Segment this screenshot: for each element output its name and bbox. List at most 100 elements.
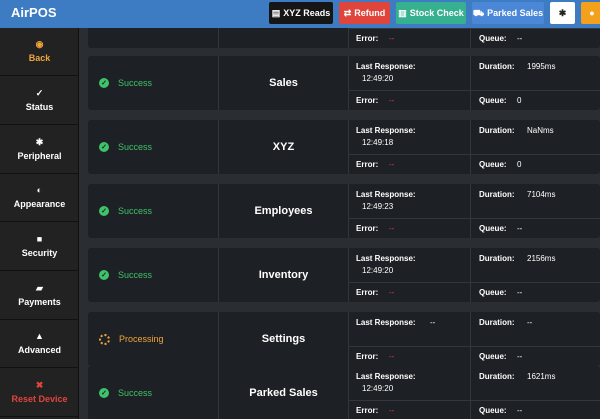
error-label: Error: [356, 34, 379, 43]
queue-label: Queue: [479, 352, 507, 361]
sidebar-item-reset-device[interactable]: ✖ Reset Device [0, 369, 79, 417]
sidebar-item-peripheral[interactable]: ✱ Peripheral [0, 126, 79, 174]
sidebar-item-advanced[interactable]: ▲ Advanced [0, 320, 79, 368]
last-response-label: Last Response: [356, 318, 416, 327]
duration-label: Duration: [479, 62, 515, 71]
back-icon: ◉ [35, 39, 44, 49]
duration-value: 1621ms [527, 372, 556, 381]
barcode-icon: ▥ [398, 7, 407, 18]
duration-label: Duration: [479, 190, 515, 199]
status-card-inventory: ✓ Success Inventory Last Response: 12:49… [88, 248, 600, 302]
error-label: Error: [356, 160, 379, 169]
stock-check-button[interactable]: ▥ Stock Check [396, 2, 466, 24]
error-value: -- [389, 34, 395, 43]
status-text: Success [118, 206, 153, 216]
status-text: Processing [119, 334, 164, 344]
top-bar: AirPOS ▤ XYZ Reads ⇄ Refund ▥ Stock Chec… [0, 0, 600, 28]
app-title: AirPOS [11, 5, 57, 20]
check-circle-icon: ✓ [99, 388, 109, 398]
queue-value: 0 [517, 160, 522, 169]
service-name: XYZ [219, 120, 349, 174]
service-name: Inventory [219, 248, 349, 302]
error-value: -- [389, 160, 395, 169]
queue-value: -- [517, 406, 523, 415]
duration-value: 7104ms [527, 190, 556, 199]
sidebar-item-label: Advanced [17, 345, 61, 355]
spinner-icon [99, 333, 110, 345]
last-response-value: 12:49:20 [362, 384, 394, 393]
duration-value: 2156ms [527, 254, 556, 263]
receipt-icon: ▤ [271, 7, 281, 18]
sidebar-item-status[interactable]: ✓ Status [0, 77, 79, 125]
status-card-sales: ✓ Success Sales Last Response: 12:49:20 … [88, 56, 600, 110]
contrast-icon: ◐ [36, 185, 43, 195]
error-value: -- [389, 406, 395, 415]
sidebar: ◉ Back ✓ Status ✱ Peripheral ◐ Appearanc… [0, 28, 79, 419]
queue-label: Queue: [479, 288, 507, 297]
error-value: -- [389, 288, 395, 297]
status-card-xyz: ✓ Success XYZ Last Response: 12:49:18 Er… [88, 120, 600, 174]
queue-value: -- [517, 288, 523, 297]
sidebar-item-payments[interactable]: ▰ Payments [0, 272, 79, 320]
status-icon: ✓ [35, 88, 44, 98]
last-response-value: 12:49:18 [362, 138, 394, 147]
close-icon: ✖ [35, 380, 44, 390]
status-indicator: ✓ Success [88, 120, 219, 174]
gear-icon: ✱ [35, 137, 44, 147]
sidebar-item-label: Payments [18, 297, 61, 307]
sidebar-item-label: Appearance [13, 199, 66, 209]
status-indicator: ✓ Success [88, 248, 219, 302]
last-response-label: Last Response: [356, 126, 416, 135]
error-label: Error: [356, 352, 379, 361]
last-response-value: 12:49:20 [362, 266, 394, 275]
queue-label: Queue: [479, 160, 507, 169]
last-response-label: Last Response: [356, 190, 416, 199]
status-card-parked-sales: ✓ Success Parked Sales Last Response: 12… [88, 366, 600, 419]
refund-label: Refund [354, 8, 386, 18]
queue-value: 0 [517, 96, 522, 105]
duration-label: Duration: [479, 126, 515, 135]
last-response-label: Last Response: [356, 372, 416, 381]
queue-value: -- [517, 34, 523, 43]
duration-label: Duration: [479, 372, 515, 381]
status-indicator: ✓ Success [88, 366, 219, 419]
sidebar-item-back[interactable]: ◉ Back [0, 28, 79, 76]
error-value: -- [389, 96, 395, 105]
status-card-settings: Processing Settings Last Response: -- Er… [88, 312, 600, 366]
exchange-icon: ⇄ [343, 7, 352, 18]
sidebar-item-appearance[interactable]: ◐ Appearance [0, 174, 79, 222]
sidebar-item-label: Back [28, 53, 51, 63]
xyz-reads-label: XYZ Reads [283, 8, 331, 18]
gear-icon: ✱ [558, 7, 567, 18]
sidebar-item-label: Status [25, 102, 54, 112]
last-response-label: Last Response: [356, 254, 416, 263]
status-text: Success [118, 142, 153, 152]
status-indicator: Processing [88, 312, 219, 366]
xyz-reads-button[interactable]: ▤ XYZ Reads [269, 2, 333, 24]
status-text: Success [118, 270, 153, 280]
status-indicator: ✓ Success [88, 56, 219, 110]
sidebar-item-label: Peripheral [17, 151, 62, 161]
status-list: Error: -- Queue: -- ✓ Success Sales Last… [79, 28, 600, 419]
queue-label: Queue: [479, 406, 507, 415]
service-name: Settings [219, 312, 349, 366]
stock-check-label: Stock Check [409, 8, 464, 18]
status-card-employees: ✓ Success Employees Last Response: 12:49… [88, 184, 600, 238]
duration-value: 1995ms [527, 62, 556, 71]
settings-button[interactable]: ✱ [550, 2, 575, 24]
sidebar-item-label: Security [21, 248, 58, 258]
check-circle-icon: ✓ [99, 142, 109, 152]
error-label: Error: [356, 406, 379, 415]
parked-sales-label: Parked Sales [487, 8, 544, 18]
queue-label: Queue: [479, 96, 507, 105]
cart-icon: ▰ [36, 283, 43, 293]
sidebar-item-security[interactable]: ■ Security [0, 223, 79, 271]
user-button[interactable]: ● [581, 2, 600, 24]
sidebar-item-label: Reset Device [11, 394, 68, 404]
parked-sales-button[interactable]: ⛟ Parked Sales [472, 2, 544, 24]
duration-value: NaNms [527, 126, 554, 135]
queue-value: -- [517, 352, 523, 361]
queue-label: Queue: [479, 224, 507, 233]
refund-button[interactable]: ⇄ Refund [339, 2, 390, 24]
last-response-label: Last Response: [356, 62, 416, 71]
